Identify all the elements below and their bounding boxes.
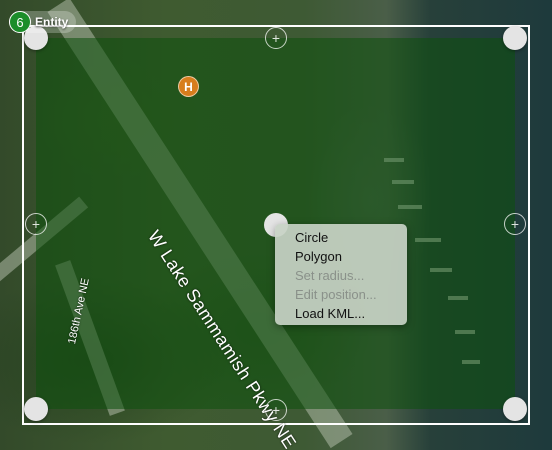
satellite-map[interactable]: + + + + H W Lake Sammamish Pkwy NE 186th… [0,0,552,450]
entity-count: 6 [9,11,31,33]
entity-label: Entity [35,15,69,29]
menu-item-load-kml[interactable]: Load KML... [275,304,407,323]
entity-badge[interactable]: 6 Entity [9,11,77,33]
menu-item-circle[interactable]: Circle [275,228,407,247]
corner-handle-bottom-left[interactable] [24,397,48,421]
menu-item-edit-position: Edit position... [295,287,377,302]
plus-icon: + [510,216,520,232]
context-menu: Circle Polygon Set radius... Edit positi… [275,224,407,325]
poi-marker-label: H [184,79,193,94]
poi-marker[interactable]: H [178,76,199,97]
edge-handle-top[interactable]: + [265,27,287,49]
corner-handle-top-right[interactable] [503,26,527,50]
plus-icon: + [31,216,41,232]
plus-icon: + [271,30,281,46]
edge-handle-right[interactable]: + [504,213,526,235]
corner-handle-bottom-right[interactable] [503,397,527,421]
menu-item-set-radius: Set radius... [295,268,365,283]
menu-item-polygon[interactable]: Polygon [275,247,407,266]
edge-handle-left[interactable]: + [25,213,47,235]
